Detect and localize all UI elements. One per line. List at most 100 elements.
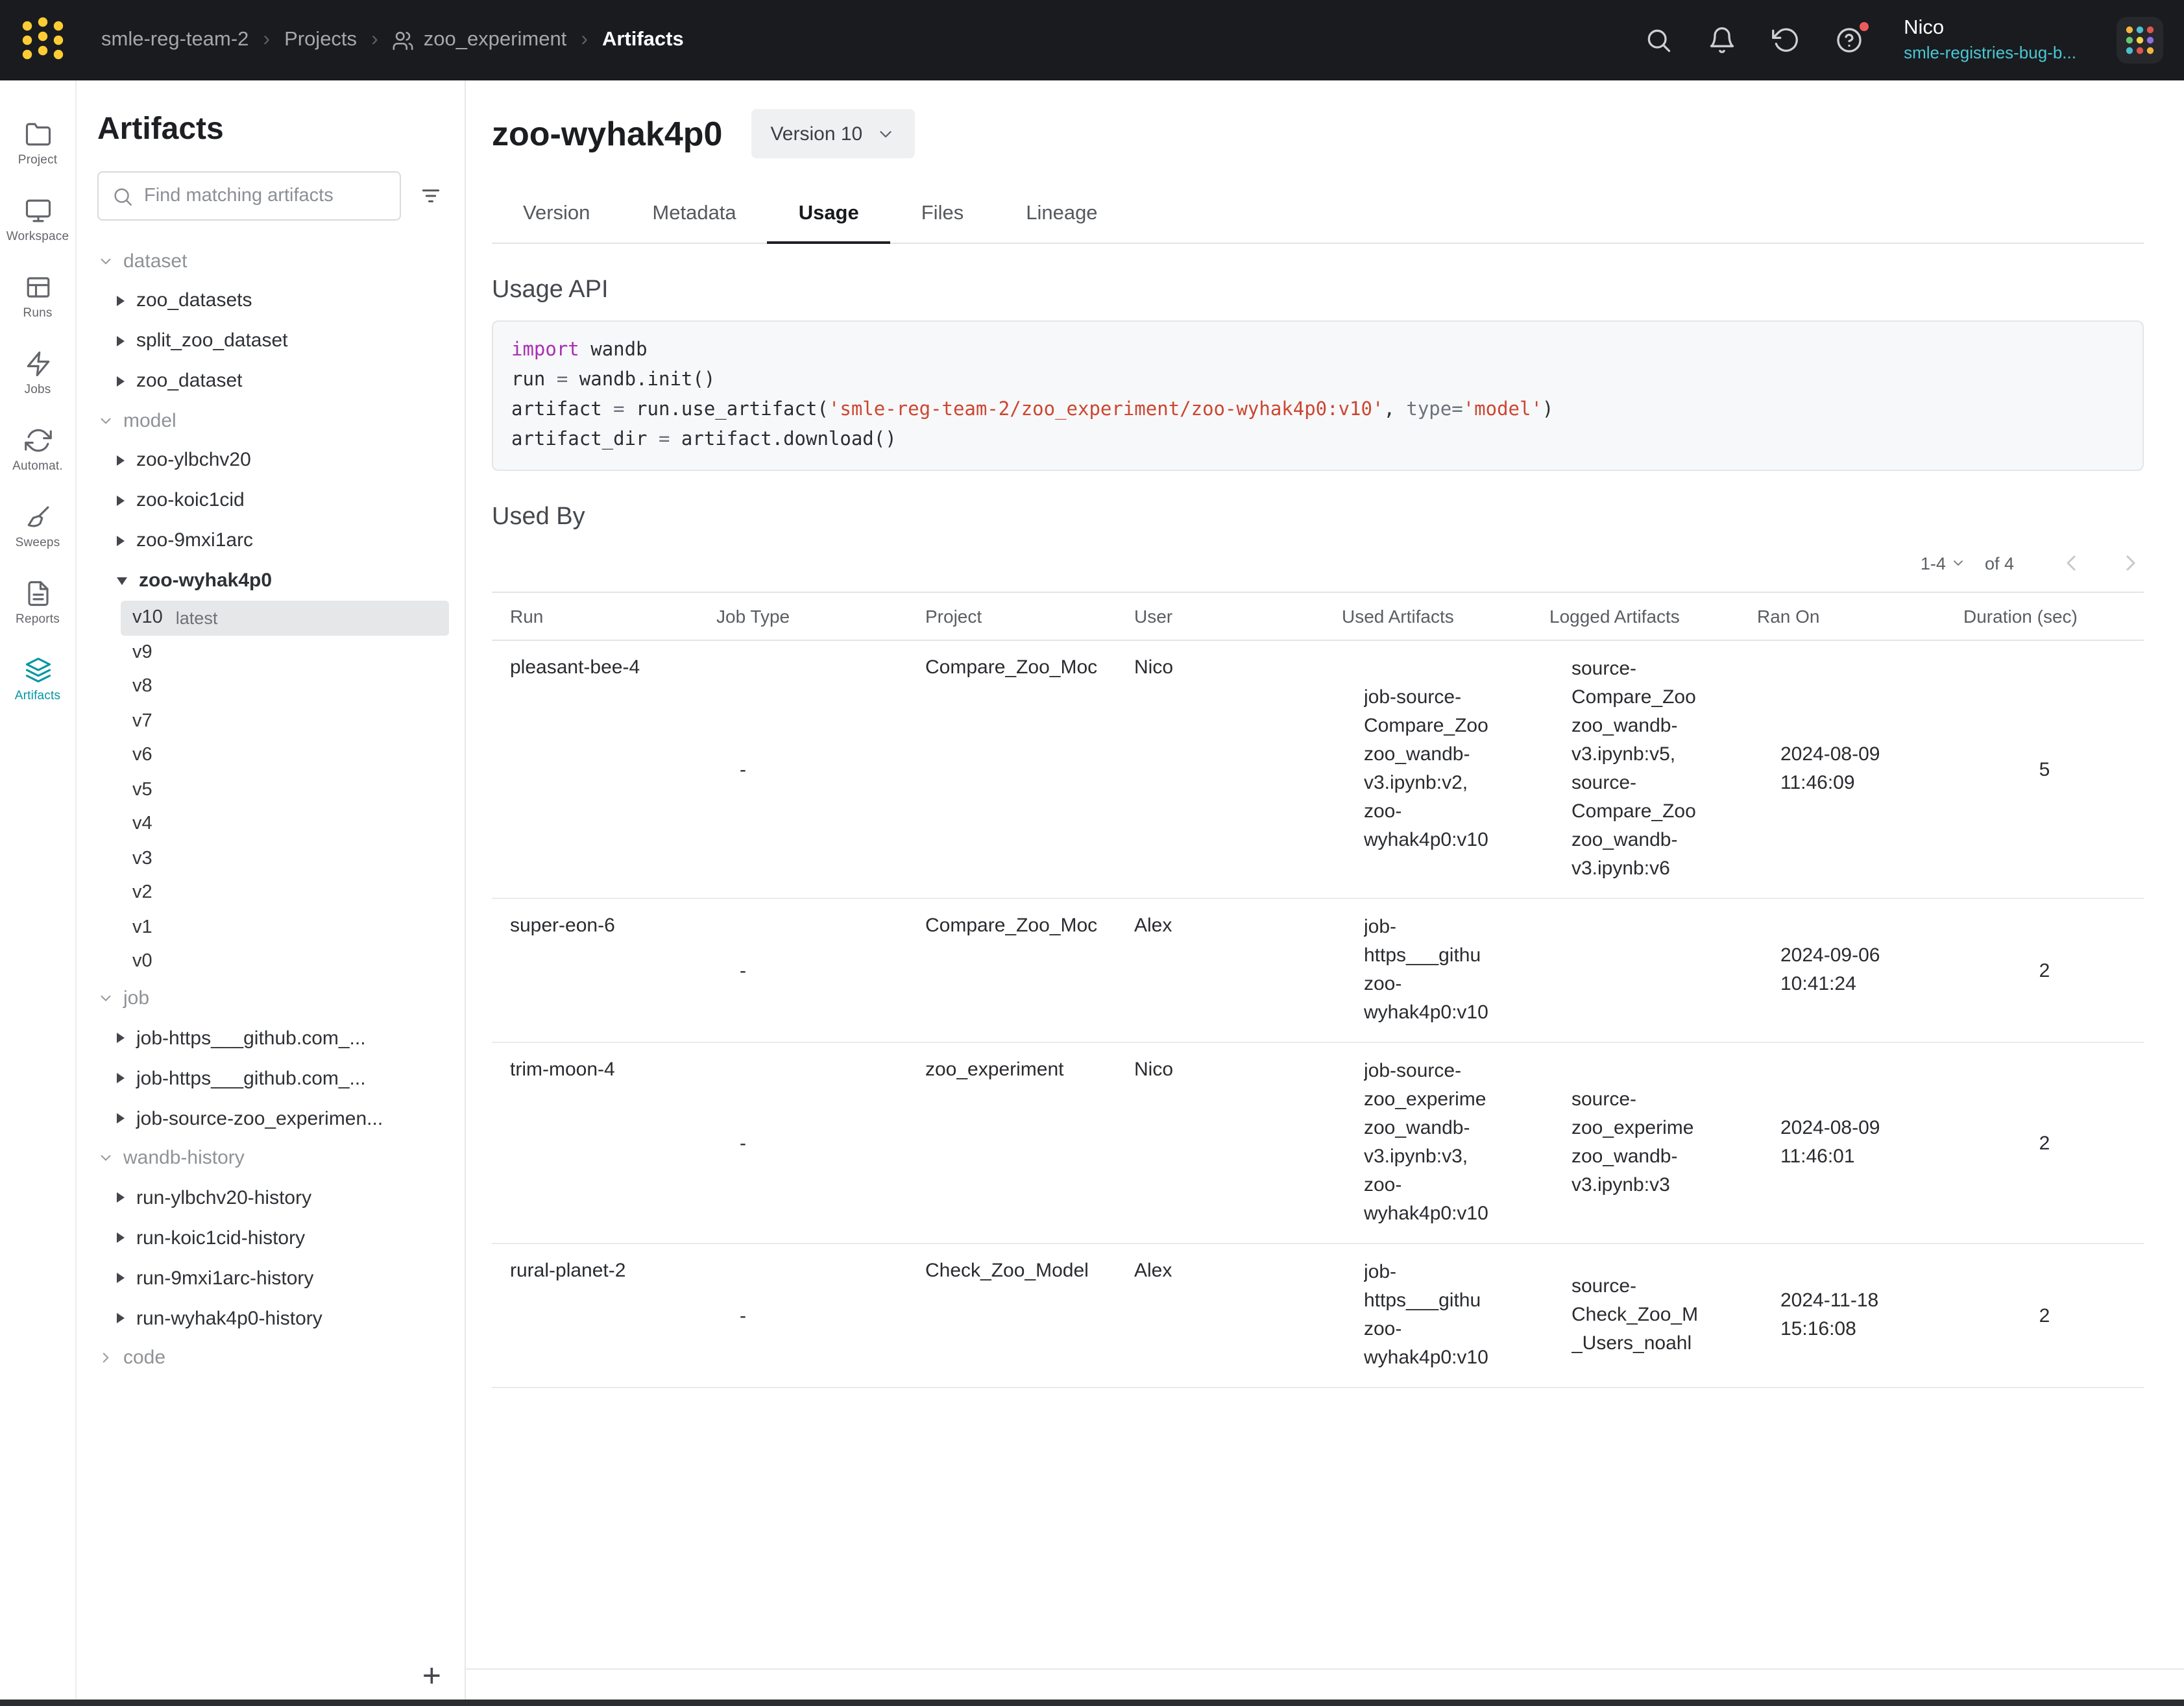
rail-item-project[interactable]: Project (0, 106, 75, 183)
version-item-v6[interactable]: v6 (121, 738, 449, 773)
rail-item-runs[interactable]: Runs (0, 259, 75, 336)
user-team-link[interactable]: smle-registries-bug-b... (1904, 42, 2076, 64)
artifact-link[interactable]: zoo_experime (1571, 1114, 1729, 1143)
tree-item-zoo-koic1cid[interactable]: zoo-koic1cid (77, 480, 465, 520)
run-link[interactable]: trim-moon-4 (492, 1042, 698, 1243)
tree-item-zoo-ylbchv20[interactable]: zoo-ylbchv20 (77, 440, 465, 480)
artifact-link[interactable]: zoo_wandb- (1364, 1114, 1521, 1143)
artifact-link[interactable]: source- (1571, 1086, 1729, 1114)
bottom-scrollbar[interactable] (0, 1700, 2184, 1706)
artifact-link[interactable]: v3.ipynb:v6 (1571, 855, 1729, 883)
notifications-button[interactable] (1708, 26, 1736, 54)
artifact-link[interactable]: Compare_Zoo (1571, 684, 1729, 712)
tree-item-job-https-github-com-[interactable]: job-https___github.com_... (77, 1018, 465, 1058)
tree-item-job-source-zoo-experimen-[interactable]: job-source-zoo_experimen... (77, 1098, 465, 1138)
tab-usage[interactable]: Usage (768, 187, 890, 243)
artifact-link[interactable]: zoo_experime (1364, 1086, 1521, 1114)
artifact-link[interactable]: Check_Zoo_M (1571, 1301, 1729, 1330)
artifact-link[interactable]: zoo_wandb- (1571, 712, 1729, 741)
filter-button[interactable] (411, 176, 449, 215)
project-link[interactable]: Compare_Zoo_Moc (907, 640, 1116, 898)
tree-item-run-koic1cid-history[interactable]: run-koic1cid-history (77, 1218, 465, 1258)
tree-section-wandb-history[interactable]: wandb-history (77, 1138, 465, 1177)
rail-item-jobs[interactable]: Jobs (0, 336, 75, 413)
version-item-v0[interactable]: v0 (121, 944, 449, 979)
artifact-link[interactable]: _Users_noahl (1571, 1330, 1729, 1358)
tree-item-zoo-9mxi1arc[interactable]: zoo-9mxi1arc (77, 520, 465, 560)
help-button[interactable] (1835, 26, 1863, 54)
project-link[interactable]: zoo_experiment (907, 1042, 1116, 1243)
tree-item-split-zoo-dataset[interactable]: split_zoo_dataset (77, 320, 465, 361)
search-button[interactable] (1644, 26, 1673, 54)
artifact-link[interactable]: Compare_Zoo (1571, 798, 1729, 826)
artifact-link[interactable]: job-source- (1364, 1057, 1521, 1086)
tree-section-code[interactable]: code (77, 1338, 465, 1377)
version-item-v3[interactable]: v3 (121, 841, 449, 876)
artifact-link[interactable]: job-source- (1364, 684, 1521, 712)
artifact-link[interactable]: job- (1364, 913, 1521, 942)
breadcrumb-project[interactable]: zoo_experiment (393, 29, 567, 52)
rail-item-workspace[interactable]: Workspace (0, 183, 75, 259)
rail-item-automat[interactable]: Automat. (0, 413, 75, 489)
artifact-link[interactable]: wyhak4p0:v10 (1364, 826, 1521, 855)
artifact-link[interactable]: source- (1571, 769, 1729, 798)
tree-section-job[interactable]: job (77, 979, 465, 1018)
version-item-v1[interactable]: v1 (121, 910, 449, 944)
version-item-v2[interactable]: v2 (121, 876, 449, 910)
tree-item-zoo-datasets[interactable]: zoo_datasets (77, 280, 465, 320)
artifact-link[interactable]: v3.ipynb:v2, (1364, 769, 1521, 798)
next-page-button[interactable] (2118, 550, 2144, 576)
tab-version[interactable]: Version (492, 187, 621, 243)
artifact-link[interactable]: source- (1571, 655, 1729, 684)
artifact-link[interactable]: zoo_wandb- (1364, 741, 1521, 769)
version-dropdown[interactable]: Version 10 (751, 109, 914, 158)
artifact-link[interactable]: zoo_wandb- (1571, 826, 1729, 855)
artifact-search-input[interactable] (144, 186, 387, 206)
project-link[interactable]: Compare_Zoo_Moc (907, 898, 1116, 1042)
breadcrumb-team[interactable]: smle-reg-team-2 (101, 29, 249, 52)
version-item-v10[interactable]: v10latest (121, 601, 449, 635)
run-link[interactable]: rural-planet-2 (492, 1243, 698, 1388)
rail-item-reports[interactable]: Reports (0, 566, 75, 642)
version-item-v5[interactable]: v5 (121, 773, 449, 807)
artifact-link[interactable]: https___githu (1364, 1287, 1521, 1316)
rail-item-artifacts[interactable]: Artifacts (0, 642, 75, 719)
user-menu[interactable]: Nico smle-registries-bug-b... (1904, 16, 2076, 64)
tree-item-run-9mxi1arc-history[interactable]: run-9mxi1arc-history (77, 1258, 465, 1298)
version-item-v9[interactable]: v9 (121, 635, 449, 669)
artifact-link[interactable]: https___githu (1364, 942, 1521, 970)
tree-item-run-ylbchv20-history[interactable]: run-ylbchv20-history (77, 1177, 465, 1218)
artifact-link[interactable]: v3.ipynb:v3 (1571, 1171, 1729, 1200)
version-item-v7[interactable]: v7 (121, 704, 449, 738)
artifact-link[interactable]: zoo- (1364, 970, 1521, 999)
breadcrumb-projects[interactable]: Projects (284, 29, 357, 52)
artifact-link[interactable]: zoo- (1364, 1316, 1521, 1344)
artifact-link[interactable]: wyhak4p0:v10 (1364, 1200, 1521, 1229)
tree-item-zoo-dataset[interactable]: zoo_dataset (77, 361, 465, 401)
rail-item-sweeps[interactable]: Sweeps (0, 489, 75, 566)
avatar[interactable] (2117, 17, 2163, 64)
tree-item-job-https-github-com-[interactable]: job-https___github.com_... (77, 1058, 465, 1098)
run-link[interactable]: pleasant-bee-4 (492, 640, 698, 898)
artifact-link[interactable]: wyhak4p0:v10 (1364, 1344, 1521, 1373)
add-artifact-button[interactable]: + (420, 1658, 444, 1696)
version-item-v8[interactable]: v8 (121, 669, 449, 704)
tab-metadata[interactable]: Metadata (621, 187, 767, 243)
version-item-v4[interactable]: v4 (121, 807, 449, 841)
artifact-link[interactable]: v3.ipynb:v5, (1571, 741, 1729, 769)
artifact-link[interactable]: wyhak4p0:v10 (1364, 999, 1521, 1027)
history-button[interactable] (1771, 26, 1800, 54)
tab-files[interactable]: Files (890, 187, 995, 243)
tree-item-run-wyhak4p0-history[interactable]: run-wyhak4p0-history (77, 1298, 465, 1338)
tab-lineage[interactable]: Lineage (995, 187, 1128, 243)
wandb-logo[interactable] (18, 16, 67, 65)
project-link[interactable]: Check_Zoo_Model (907, 1243, 1116, 1388)
tree-section-model[interactable]: model (77, 401, 465, 440)
tree-item-zoo-wyhak4p0[interactable]: zoo-wyhak4p0 (77, 560, 465, 601)
artifact-link[interactable]: job- (1364, 1258, 1521, 1287)
tree-section-dataset[interactable]: dataset (77, 241, 465, 280)
artifact-link[interactable]: zoo_wandb- (1571, 1143, 1729, 1171)
run-link[interactable]: super-eon-6 (492, 898, 698, 1042)
artifact-link[interactable]: v3.ipynb:v3, (1364, 1143, 1521, 1171)
artifact-link[interactable]: zoo- (1364, 1171, 1521, 1200)
